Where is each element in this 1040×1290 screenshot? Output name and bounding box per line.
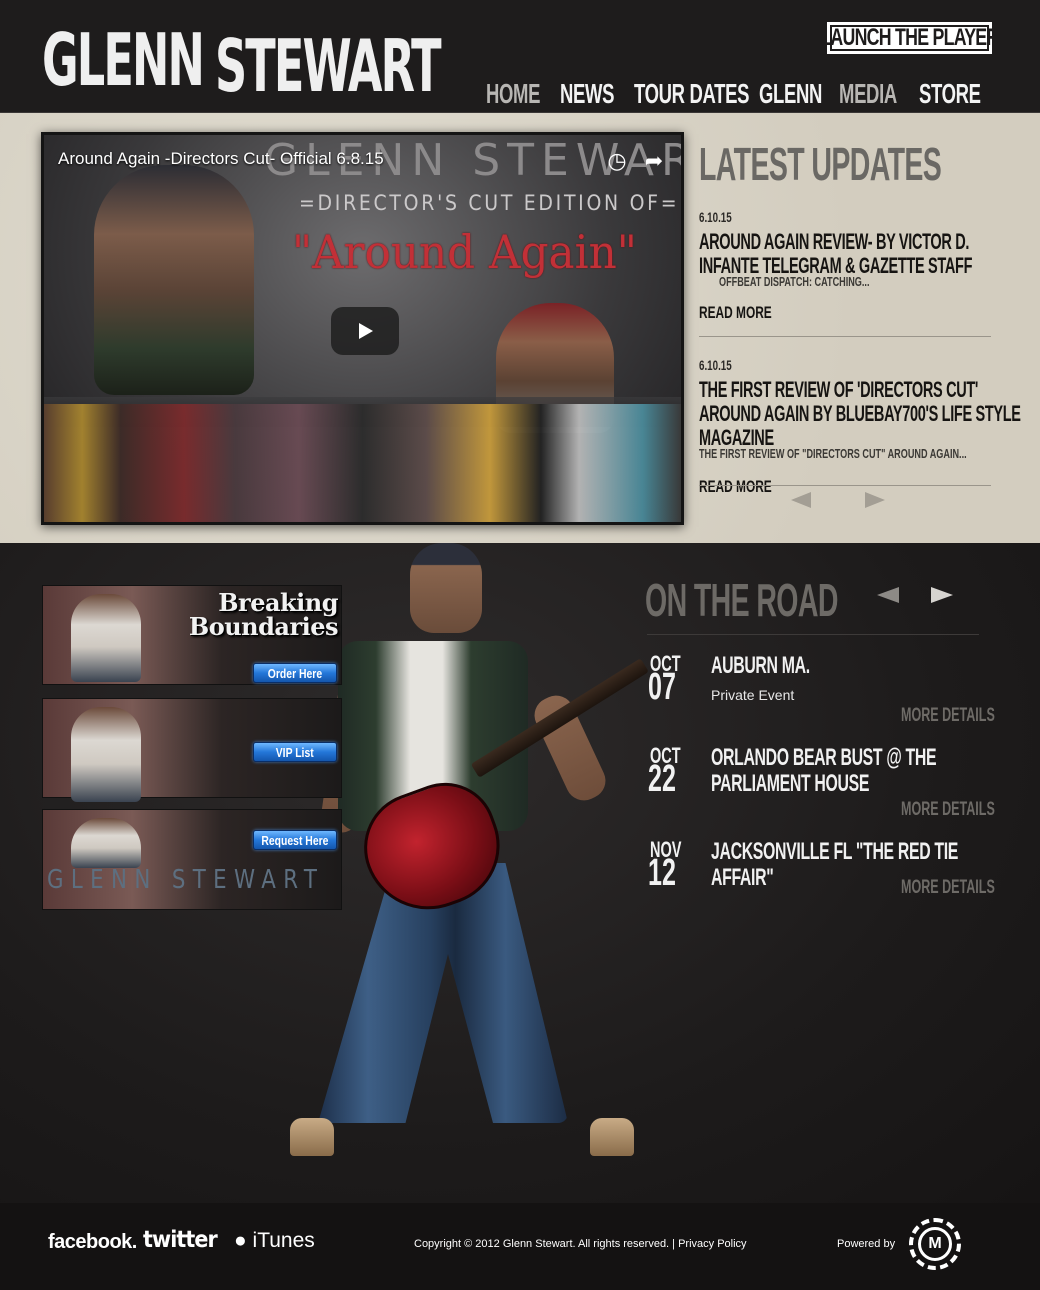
gig-day: 22 (648, 758, 676, 800)
read-more-link[interactable]: READ MORE (699, 303, 903, 323)
more-details-link[interactable]: MORE DETAILS (901, 877, 995, 899)
video-portrait-main (94, 165, 254, 395)
site-footer: facebook. twitter ● iTunes Copyright © 2… (0, 1203, 1040, 1290)
album-promo-card: Breaking Boundaries Order Here (42, 585, 342, 685)
promo-figure (71, 707, 141, 802)
request-here-label: Request Here (261, 832, 329, 848)
copyright-text: Copyright © 2012 Glenn Stewart. All righ… (414, 1238, 747, 1250)
nav-store[interactable]: STORE (919, 78, 981, 110)
itunes-label: iTunes (252, 1229, 315, 1252)
order-here-label: Order Here (267, 665, 323, 681)
update-item: 6.10.15 AROUND AGAIN REVIEW- BY VICTOR D… (699, 209, 991, 337)
itunes-link[interactable]: ● iTunes (234, 1229, 315, 1253)
updates-prev-arrow-icon[interactable] (791, 492, 811, 508)
logo-first-name: GLENN (42, 18, 205, 102)
vip-promo-card: VIP List (42, 698, 342, 802)
figure-boot-right (590, 1118, 634, 1156)
more-details-link[interactable]: MORE DETAILS (901, 705, 995, 727)
road-prev-arrow-icon[interactable] (877, 587, 899, 603)
vip-list-label: VIP List (276, 744, 314, 760)
divider (699, 485, 991, 486)
powered-by-logo-icon[interactable]: M (909, 1218, 961, 1270)
figure-boot-left (290, 1118, 334, 1156)
booking-promo-card: Request Here GLENN STEWART (42, 809, 342, 910)
road-heading: ON THE ROAD (645, 574, 838, 626)
updates-heading: LATEST UPDATES (699, 138, 942, 190)
update-date: 6.10.15 (699, 357, 732, 373)
request-here-button[interactable]: Request Here (253, 830, 337, 850)
main-lower-section: Breaking Boundaries Order Here VIP List … (0, 543, 1040, 1203)
gig-day: 12 (648, 852, 676, 894)
road-next-arrow-icon[interactable] (931, 587, 953, 603)
promo-panel: Breaking Boundaries Order Here VIP List … (42, 585, 342, 910)
figure-head (410, 543, 482, 633)
video-performers (44, 404, 681, 522)
gig-day: 07 (648, 666, 676, 708)
nav-tour-dates[interactable]: TOUR DATES (634, 78, 749, 110)
promo-figure (71, 818, 141, 868)
update-item: 6.10.15 THE FIRST REVIEW OF 'DIRECTORS C… (699, 357, 1021, 497)
video-title[interactable]: Around Again -Directors Cut- Official 6.… (58, 149, 384, 169)
launch-player-button[interactable]: LAUNCH THE PLAYER (820, 22, 999, 54)
order-here-button[interactable]: Order Here (253, 663, 337, 683)
nav-media[interactable]: MEDIA (839, 78, 897, 110)
apple-icon: ● (234, 1229, 247, 1252)
update-headline[interactable]: AROUND AGAIN REVIEW- BY VICTOR D. INFANT… (699, 230, 972, 278)
update-date: 6.10.15 (699, 209, 732, 225)
update-teaser: OFFBEAT DISPATCH: CATCHING... (719, 274, 870, 289)
gig-venue[interactable]: AUBURN MA. (711, 653, 810, 679)
vip-list-button[interactable]: VIP List (253, 742, 337, 762)
update-headline[interactable]: THE FIRST REVIEW OF 'DIRECTORS CUT' AROU… (699, 378, 1021, 450)
video-album-title: "Around Again" (292, 225, 637, 279)
gig-subtitle: Private Event (711, 687, 795, 703)
share-icon[interactable]: ➦ (642, 149, 666, 173)
play-icon (359, 323, 373, 339)
featured-band: GLENN STEWART =DIRECTOR'S CUT EDITION OF… (0, 113, 1040, 543)
more-details-link[interactable]: MORE DETAILS (901, 799, 995, 821)
video-player[interactable]: GLENN STEWART =DIRECTOR'S CUT EDITION OF… (41, 132, 684, 525)
logo-last-name: STEWART (215, 24, 442, 108)
play-button[interactable] (331, 307, 399, 355)
video-edition: =DIRECTOR'S CUT EDITION OF= (299, 191, 680, 215)
facebook-link[interactable]: facebook. (48, 1231, 137, 1254)
promo-figure (71, 594, 141, 682)
watch-later-icon[interactable]: ◷ (605, 149, 629, 173)
nav-glenn[interactable]: GLENN (759, 78, 822, 110)
powered-by-label: Powered by (837, 1238, 896, 1250)
divider (699, 336, 991, 337)
hero-guitarist-image (290, 543, 670, 1183)
updates-next-arrow-icon[interactable] (865, 492, 885, 508)
gig-venue[interactable]: ORLANDO BEAR BUST @ THE PARLIAMENT HOUSE (711, 745, 937, 797)
nav-news[interactable]: NEWS (560, 78, 614, 110)
twitter-link[interactable]: twitter (143, 1227, 218, 1253)
nav-home[interactable]: HOME (486, 78, 540, 110)
launch-player-label: LAUNCH THE PLAYER (820, 24, 999, 51)
badge-letter: M (918, 1227, 952, 1261)
update-teaser: THE FIRST REVIEW OF "DIRECTORS CUT" AROU… (699, 446, 967, 461)
divider (647, 634, 979, 635)
site-header: GLENN STEWART LAUNCH THE PLAYER HOME NEW… (0, 0, 1040, 113)
album-title: Breaking Boundaries (188, 588, 339, 641)
promo-wordmark: GLENN STEWART (47, 865, 325, 895)
